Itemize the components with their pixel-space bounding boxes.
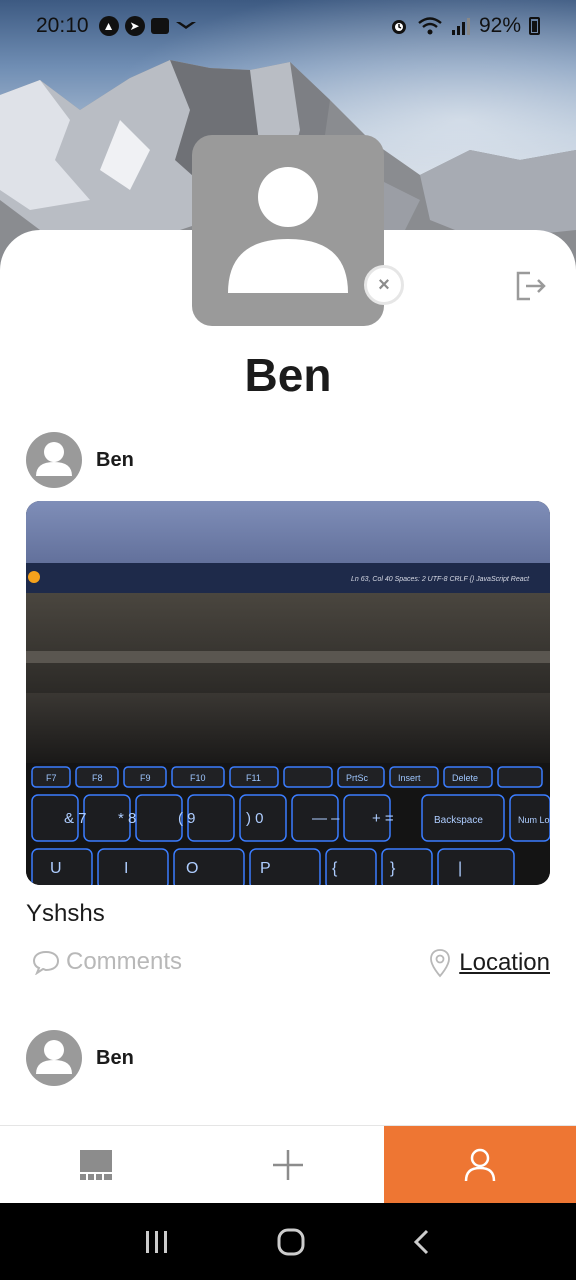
svg-text:|: | bbox=[458, 860, 462, 877]
logout-icon[interactable] bbox=[512, 268, 548, 304]
laptop-keyboard-photo: Ln 63, Col 40 Spaces: 2 UTF-8 CRLF {} Ja… bbox=[26, 501, 550, 885]
post-caption: Yshshs bbox=[26, 900, 105, 927]
svg-text:F9: F9 bbox=[140, 773, 151, 783]
svg-text:— –: — – bbox=[312, 810, 340, 827]
svg-text:F10: F10 bbox=[190, 773, 206, 783]
svg-text:F8: F8 bbox=[92, 773, 103, 783]
person-icon bbox=[36, 1040, 72, 1074]
post-image[interactable]: Ln 63, Col 40 Spaces: 2 UTF-8 CRLF {} Ja… bbox=[26, 501, 550, 885]
svg-text:U: U bbox=[50, 860, 62, 877]
status-bar: 20:10 ▲ ➤ 92% bbox=[0, 0, 576, 52]
svg-text:Num Lock: Num Lock bbox=[518, 815, 550, 825]
nav-feed[interactable] bbox=[0, 1126, 192, 1204]
post-header: Ben bbox=[26, 432, 134, 488]
location-button[interactable]: Location bbox=[429, 948, 550, 978]
signal-icon bbox=[451, 18, 470, 35]
keyboard-row-letters: U I O P { } | bbox=[31, 848, 515, 885]
bird-notification-icon bbox=[175, 22, 196, 29]
svg-text:Delete: Delete bbox=[452, 773, 478, 783]
home-icon[interactable] bbox=[276, 1227, 306, 1257]
post-author[interactable]: Ben bbox=[96, 1047, 134, 1070]
person-icon bbox=[36, 442, 72, 476]
svg-text:& 7: & 7 bbox=[64, 810, 87, 827]
keyboard-row-fn: F7 F8 F9 F10 F11 PrtSc Insert Delete bbox=[31, 766, 543, 788]
back-icon[interactable] bbox=[411, 1228, 433, 1256]
profile-name: Ben bbox=[244, 349, 332, 401]
svg-text:I: I bbox=[124, 860, 128, 877]
wifi-icon bbox=[418, 17, 442, 35]
editor-status-text: Ln 63, Col 40 Spaces: 2 UTF-8 CRLF {} Ja… bbox=[351, 576, 530, 583]
svg-text:F7: F7 bbox=[46, 773, 57, 783]
bottom-navigation bbox=[0, 1125, 576, 1204]
battery-percentage: 92% bbox=[478, 14, 521, 37]
svg-text:( 9: ( 9 bbox=[178, 810, 196, 827]
status-time: 20:10 bbox=[36, 14, 89, 37]
svg-text:* 8: * 8 bbox=[118, 810, 136, 827]
post-header: Ben bbox=[26, 1030, 134, 1086]
svg-text:Backspace: Backspace bbox=[434, 815, 483, 826]
svg-text:O: O bbox=[186, 860, 198, 877]
avatar[interactable] bbox=[26, 432, 82, 488]
location-label: Location bbox=[459, 949, 550, 976]
svg-text:P: P bbox=[260, 860, 271, 877]
nav-add-post[interactable] bbox=[192, 1126, 384, 1204]
remove-avatar-button[interactable]: × bbox=[364, 265, 404, 305]
grid-icon bbox=[80, 1150, 112, 1180]
person-placeholder-icon bbox=[228, 167, 348, 293]
svg-text:) 0: ) 0 bbox=[246, 810, 264, 827]
battery-icon bbox=[529, 17, 540, 35]
speech-bubble-icon bbox=[32, 950, 60, 975]
nav-profile[interactable] bbox=[384, 1126, 576, 1204]
svg-text:+ =: + = bbox=[372, 810, 394, 827]
post-author[interactable]: Ben bbox=[96, 449, 134, 472]
system-navigation-bar bbox=[0, 1203, 576, 1280]
svg-text:{: { bbox=[332, 860, 338, 877]
telegram-notification-icon: ➤ bbox=[124, 16, 145, 36]
profile-avatar[interactable] bbox=[192, 135, 384, 326]
svg-text:PrtSc: PrtSc bbox=[346, 773, 369, 783]
map-pin-icon bbox=[430, 949, 451, 978]
svg-text:F11: F11 bbox=[246, 773, 261, 783]
svg-text:}: } bbox=[390, 860, 396, 877]
comments-label: Comments bbox=[66, 948, 183, 975]
alarm-icon bbox=[391, 20, 406, 34]
person-icon bbox=[464, 1148, 496, 1182]
plus-icon bbox=[273, 1150, 303, 1180]
gallery-notification-icon bbox=[150, 18, 169, 34]
svg-text:Insert: Insert bbox=[398, 773, 421, 783]
navigation-notification-icon: ▲ bbox=[98, 16, 119, 36]
comments-button[interactable]: Comments bbox=[32, 948, 182, 976]
recents-icon[interactable] bbox=[143, 1229, 171, 1255]
avatar[interactable] bbox=[26, 1030, 82, 1086]
